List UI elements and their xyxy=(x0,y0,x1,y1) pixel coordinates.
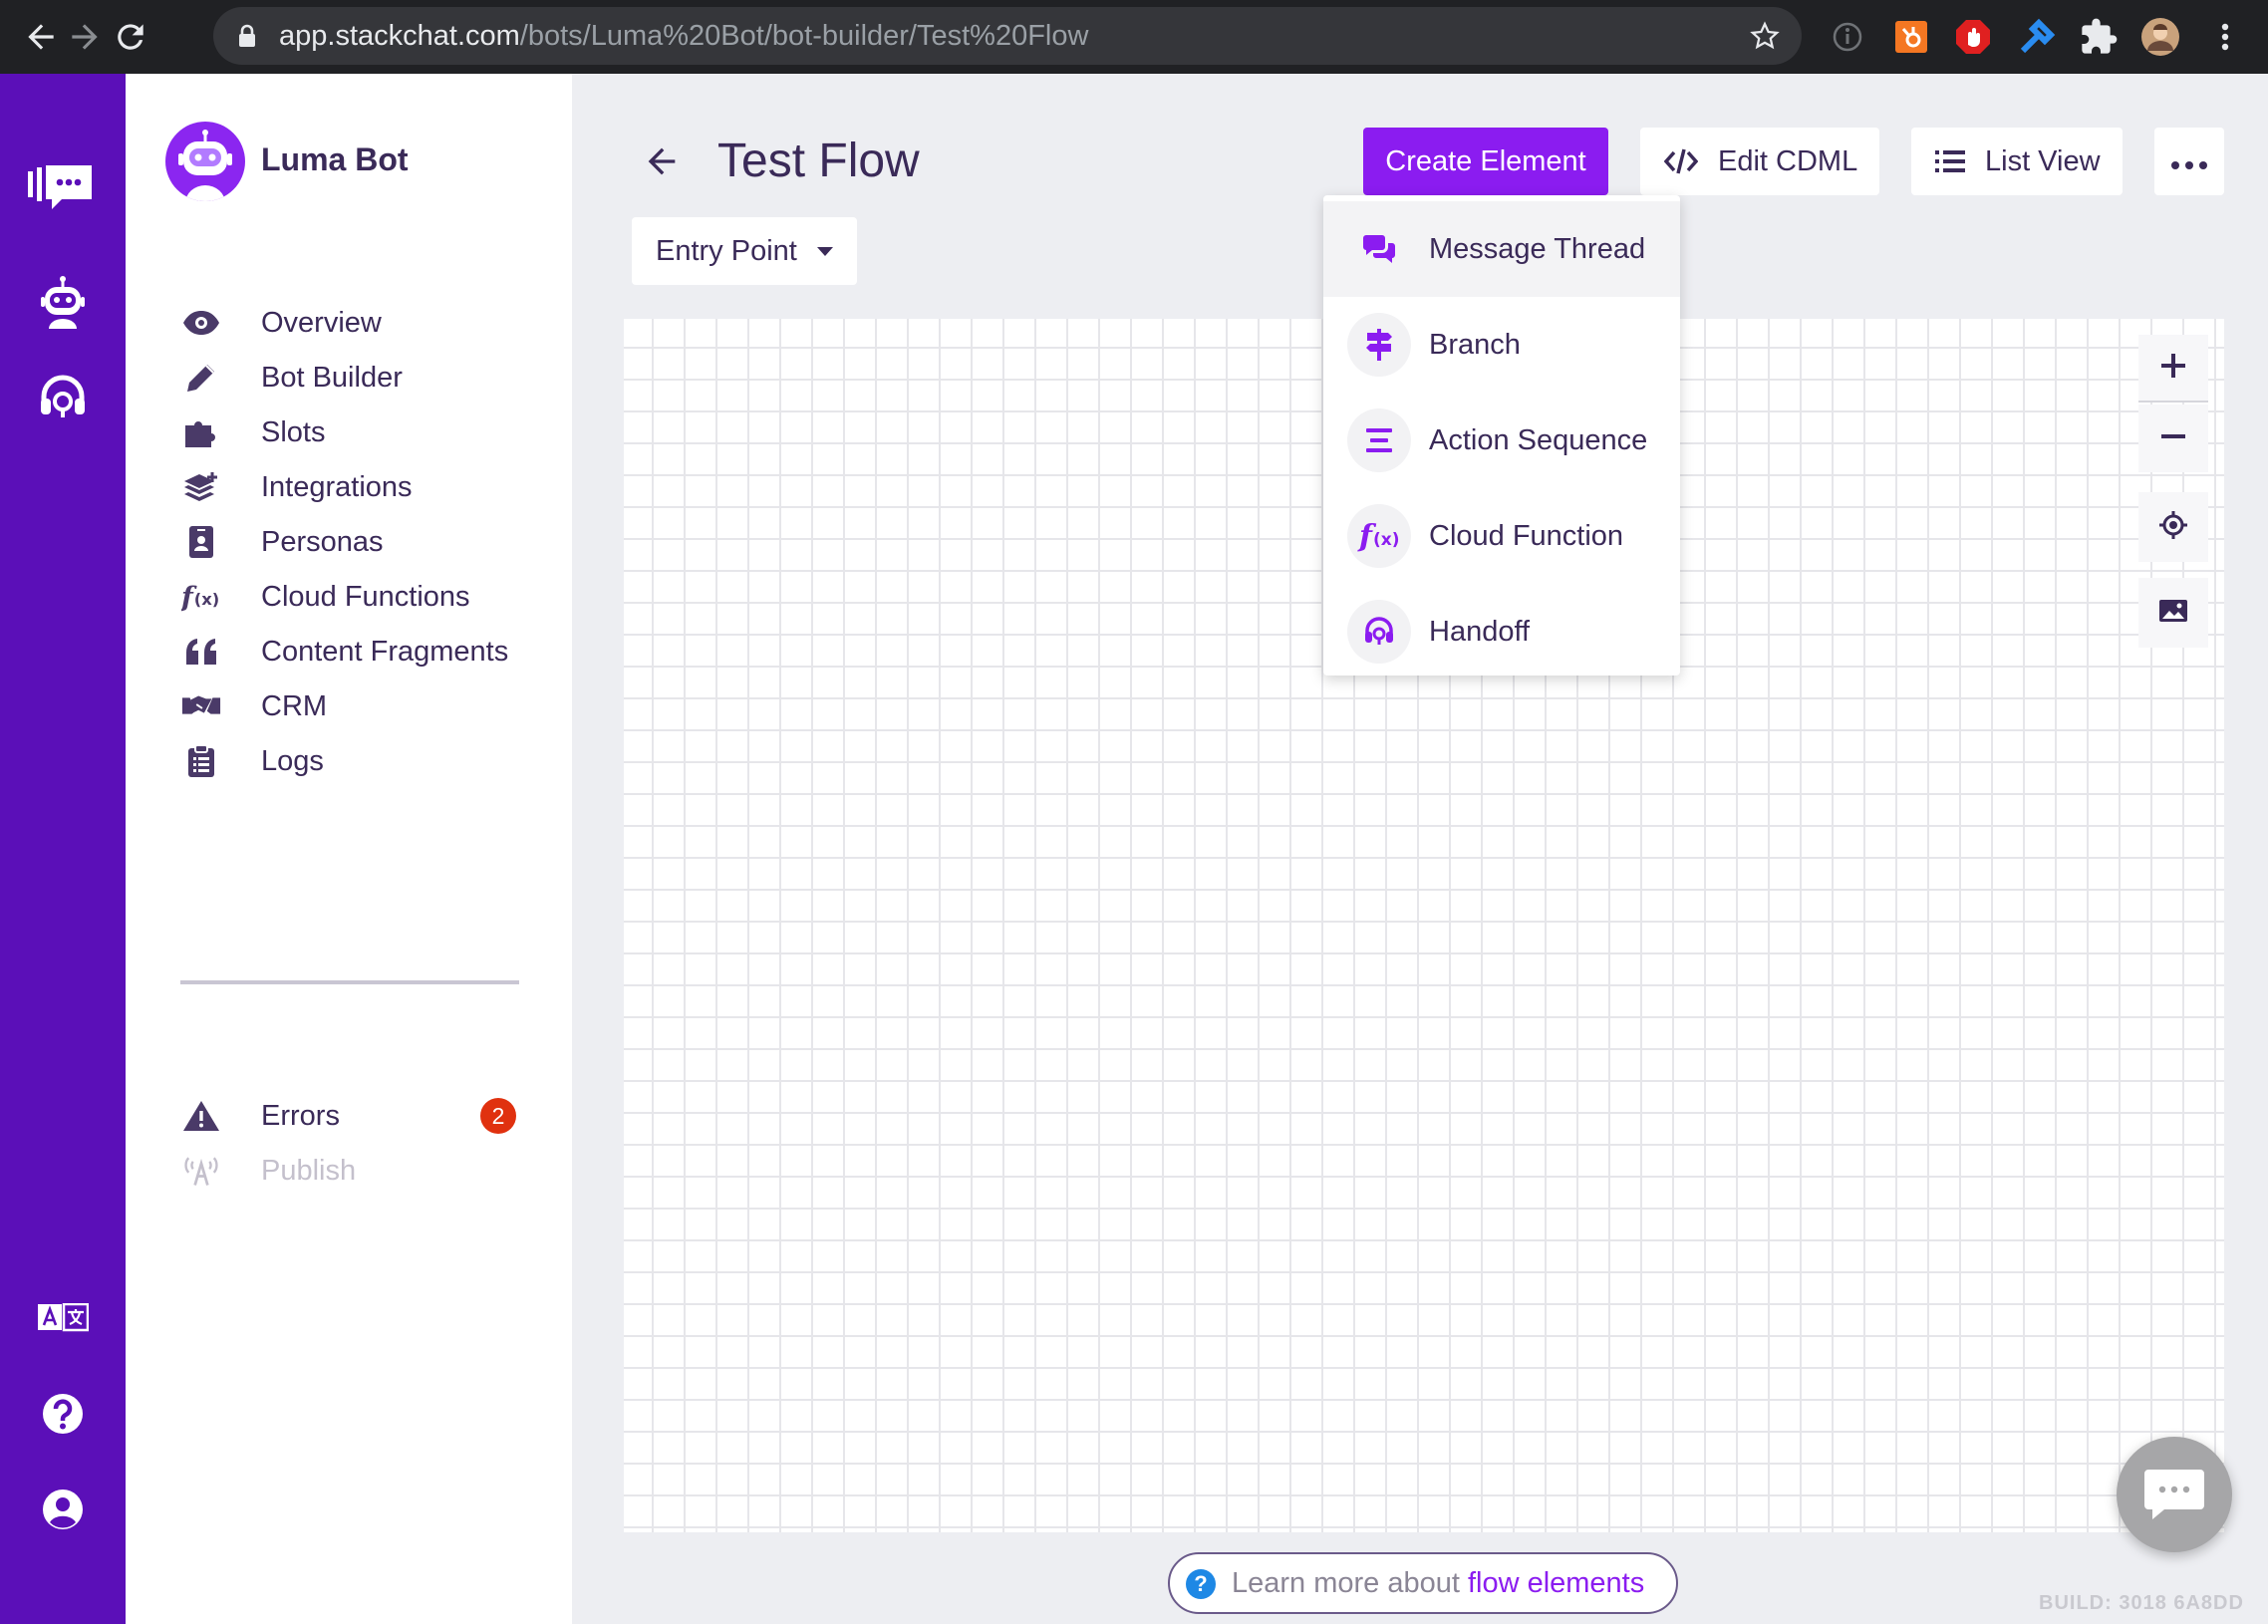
function-icon: f (x) xyxy=(181,577,221,617)
sidebar-item-label: Errors xyxy=(261,1099,340,1132)
sidebar-item-label: Personas xyxy=(261,525,384,558)
bookmark-star-icon[interactable] xyxy=(1750,21,1780,56)
menu-item-label: Message Thread xyxy=(1429,232,1646,265)
sidebar-item-label: Publish xyxy=(261,1154,357,1187)
help-circle-icon: ? xyxy=(1186,1569,1216,1599)
sidebar-item-logs[interactable]: Logs xyxy=(126,729,572,793)
sidebar-item-label: Logs xyxy=(261,744,324,777)
quote-icon xyxy=(181,632,221,672)
sidebar-item-label: Integrations xyxy=(261,470,413,503)
align-center-icon xyxy=(1347,408,1411,472)
menu-item-label: Branch xyxy=(1429,328,1521,361)
more-horizontal-icon xyxy=(2170,145,2208,178)
menu-item-cloud-function[interactable]: f (x) Cloud Function xyxy=(1323,488,1680,584)
function-icon: f (x) xyxy=(1347,504,1411,568)
sidebar-item-label: Overview xyxy=(261,306,382,339)
translate-icon[interactable] xyxy=(34,1289,92,1347)
zoom-in-button[interactable] xyxy=(2138,335,2208,403)
lock-icon xyxy=(237,24,257,53)
plus-icon xyxy=(2160,353,2186,384)
bot-icon[interactable] xyxy=(34,273,92,331)
menu-item-handoff[interactable]: Handoff xyxy=(1323,584,1680,679)
url-text: app.stackchat.com/bots/Luma%20Bot/bot-bu… xyxy=(279,20,1089,52)
adblock-extension-icon[interactable] xyxy=(1953,17,1993,57)
help-icon[interactable] xyxy=(34,1385,92,1443)
list-icon xyxy=(1935,149,1965,173)
browser-back-icon[interactable] xyxy=(22,18,60,56)
back-arrow-icon[interactable] xyxy=(642,141,682,181)
svg-text:(x): (x) xyxy=(194,590,220,609)
extensions-puzzle-icon[interactable] xyxy=(2079,17,2119,57)
build-label: BUILD: 3018 6A8DD xyxy=(2039,1592,2244,1614)
id-badge-icon xyxy=(181,522,221,562)
zoom-out-button[interactable] xyxy=(2138,405,2208,472)
headset-icon xyxy=(1347,600,1411,664)
sidebar-divider xyxy=(180,980,519,984)
menu-item-label: Cloud Function xyxy=(1429,519,1624,552)
bot-name: Luma Bot xyxy=(261,141,409,177)
info-extension-icon[interactable] xyxy=(1828,17,1867,57)
browser-toolbar: app.stackchat.com/bots/Luma%20Bot/bot-bu… xyxy=(0,0,2268,74)
profile-avatar-icon[interactable] xyxy=(2140,17,2180,57)
caret-down-icon xyxy=(817,247,833,256)
sidebar-item-label: Bot Builder xyxy=(261,361,403,394)
list-view-button[interactable]: List View xyxy=(1911,128,2123,195)
edit-cdml-button[interactable]: Edit CDML xyxy=(1640,128,1879,195)
create-element-menu: Message Thread Branch Action Sequence f(… xyxy=(1323,195,1680,676)
learn-more-text: Learn more about xyxy=(1232,1566,1460,1599)
pencil-icon xyxy=(181,358,221,398)
more-options-button[interactable] xyxy=(2154,128,2224,195)
address-bar[interactable]: app.stackchat.com/bots/Luma%20Bot/bot-bu… xyxy=(213,7,1802,65)
sidebar-item-publish: Publish xyxy=(126,1139,572,1203)
menu-item-label: Action Sequence xyxy=(1429,423,1648,456)
chat-widget-button[interactable] xyxy=(2117,1437,2232,1552)
code-icon xyxy=(1664,147,1698,175)
broadcast-icon xyxy=(181,1151,221,1191)
tool-extension-icon[interactable] xyxy=(2017,17,2057,57)
recenter-button[interactable] xyxy=(2138,492,2208,562)
image-icon xyxy=(2158,599,2188,628)
sidebar-item-label: Cloud Functions xyxy=(261,580,470,613)
learn-more-pill[interactable]: ? Learn more about flow elements xyxy=(1168,1552,1678,1614)
entry-point-label: Entry Point xyxy=(656,234,797,267)
clipboard-list-icon xyxy=(181,741,221,781)
svg-text:(x): (x) xyxy=(1373,530,1400,550)
sidebar-item-label: CRM xyxy=(261,689,328,722)
menu-item-message-thread[interactable]: Message Thread xyxy=(1323,201,1680,297)
chat-bubble-icon xyxy=(2142,1464,2206,1526)
headset-support-icon[interactable] xyxy=(34,369,92,426)
comments-icon xyxy=(1347,217,1411,281)
layers-plus-icon xyxy=(181,467,221,507)
menu-item-action-sequence[interactable]: Action Sequence xyxy=(1323,393,1680,488)
eye-icon xyxy=(181,303,221,343)
export-image-button[interactable] xyxy=(2138,578,2208,648)
browser-menu-icon[interactable] xyxy=(2210,17,2240,57)
browser-forward-icon[interactable] xyxy=(66,18,104,56)
sidebar-item-label: Slots xyxy=(261,415,326,448)
entry-point-select[interactable]: Entry Point xyxy=(632,217,857,285)
account-icon[interactable] xyxy=(34,1481,92,1538)
signpost-icon xyxy=(1347,313,1411,377)
puzzle-icon xyxy=(181,412,221,452)
hubspot-extension-icon[interactable] xyxy=(1891,17,1931,57)
handshake-icon xyxy=(181,686,221,726)
bot-avatar xyxy=(165,122,245,201)
app-rail xyxy=(0,74,126,1624)
warning-icon xyxy=(181,1096,221,1136)
edit-cdml-label: Edit CDML xyxy=(1718,144,1858,177)
menu-item-label: Handoff xyxy=(1429,615,1531,648)
stackchat-logo-icon[interactable] xyxy=(26,159,96,217)
create-element-button[interactable]: Create Element xyxy=(1363,128,1608,195)
sidebar-item-label: Content Fragments xyxy=(261,635,509,668)
sidebar: Luma Bot Overview Bot Builder Slots Inte… xyxy=(126,74,572,1624)
menu-item-branch[interactable]: Branch xyxy=(1323,297,1680,393)
crosshair-icon xyxy=(2158,510,2188,545)
minus-icon xyxy=(2160,423,2186,454)
flow-elements-link[interactable]: flow elements xyxy=(1468,1567,1644,1600)
list-view-label: List View xyxy=(1985,144,2101,177)
browser-reload-icon[interactable] xyxy=(112,18,149,56)
error-count-badge: 2 xyxy=(480,1098,516,1134)
page-title: Test Flow xyxy=(717,135,920,187)
